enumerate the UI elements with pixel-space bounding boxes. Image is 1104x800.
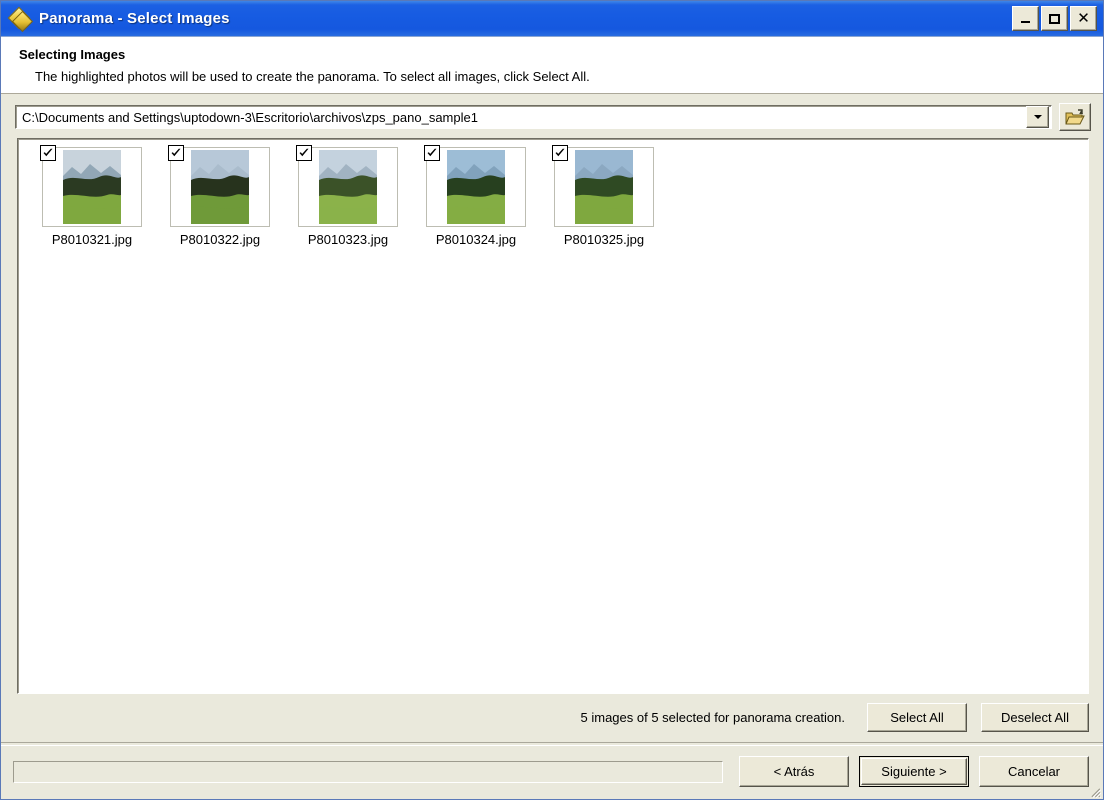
thumbnail-item[interactable]: P8010325.jpg — [540, 145, 668, 247]
close-icon: ✕ — [1077, 9, 1090, 27]
page-description: The highlighted photos will be used to c… — [35, 69, 590, 84]
navigation-buttons: < Atrás Siguiente > Cancelar — [739, 756, 1089, 787]
thumbnail-grid: P8010321.jpg P8010322.jpg P8010323.jpg P801… — [28, 145, 1088, 247]
check-icon — [427, 148, 437, 157]
check-icon — [171, 148, 181, 157]
resize-grip-icon[interactable] — [1087, 784, 1101, 798]
window-controls: ✕ — [1012, 6, 1097, 31]
select-all-button[interactable]: Select All — [867, 703, 967, 732]
thumbnail-label: P8010324.jpg — [435, 232, 517, 247]
thumbnail-frame — [168, 145, 270, 227]
panorama-select-images-window: Panorama - Select Images ✕ Selecting Ima… — [0, 0, 1104, 800]
folder-path-dropdown-button[interactable] — [1026, 106, 1049, 128]
close-button[interactable]: ✕ — [1070, 6, 1097, 31]
title-bar: Panorama - Select Images ✕ — [1, 1, 1103, 37]
check-icon — [555, 148, 565, 157]
back-button[interactable]: < Atrás — [739, 756, 849, 787]
maximize-button[interactable] — [1041, 6, 1068, 31]
cancel-button[interactable]: Cancelar — [979, 756, 1089, 787]
thumbnail-item[interactable]: P8010323.jpg — [284, 145, 412, 247]
thumbnail-frame — [552, 145, 654, 227]
folder-path-row: C:\Documents and Settings\uptodown-3\Esc… — [1, 94, 1103, 138]
selection-status-row: 5 images of 5 selected for panorama crea… — [1, 694, 1103, 740]
next-button-label: Siguiente > — [881, 764, 947, 779]
chevron-down-icon — [1033, 115, 1042, 119]
thumbnail-photo — [191, 150, 249, 224]
check-icon — [299, 148, 309, 157]
thumbnail-frame — [40, 145, 142, 227]
check-icon — [43, 148, 53, 157]
minimize-icon — [1021, 21, 1030, 23]
selection-status-text: 5 images of 5 selected for panorama crea… — [580, 710, 845, 725]
thumbnail-checkbox[interactable] — [40, 145, 56, 161]
thumbnail-photo — [447, 150, 505, 224]
thumbnail-frame — [296, 145, 398, 227]
minimize-button[interactable] — [1012, 6, 1039, 31]
wizard-header: Selecting Images The highlighted photos … — [1, 37, 1103, 94]
progress-bar — [13, 760, 723, 783]
wizard-footer: < Atrás Siguiente > Cancelar — [1, 746, 1103, 799]
deselect-all-button[interactable]: Deselect All — [981, 703, 1089, 732]
diamond-icon — [7, 6, 34, 32]
next-button[interactable]: Siguiente > — [859, 756, 969, 787]
page-title: Selecting Images — [19, 47, 126, 62]
thumbnail-frame — [424, 145, 526, 227]
open-folder-icon — [1065, 108, 1085, 124]
thumbnail-label: P8010325.jpg — [563, 232, 645, 247]
thumbnail-label: P8010322.jpg — [179, 232, 261, 247]
thumbnail-photo — [319, 150, 377, 224]
image-list-panel[interactable]: P8010321.jpg P8010322.jpg P8010323.jpg P801… — [17, 138, 1089, 694]
window-title: Panorama - Select Images — [39, 10, 230, 27]
thumbnail-item[interactable]: P8010324.jpg — [412, 145, 540, 247]
thumbnail-photo — [575, 150, 633, 224]
thumbnail-checkbox[interactable] — [424, 145, 440, 161]
browse-folder-button[interactable] — [1059, 103, 1091, 131]
folder-path-combobox[interactable]: C:\Documents and Settings\uptodown-3\Esc… — [15, 105, 1052, 129]
thumbnail-checkbox[interactable] — [552, 145, 568, 161]
thumbnail-item[interactable]: P8010322.jpg — [156, 145, 284, 247]
thumbnail-photo — [63, 150, 121, 224]
thumbnail-checkbox[interactable] — [168, 145, 184, 161]
maximize-icon — [1049, 13, 1060, 24]
folder-path-value: C:\Documents and Settings\uptodown-3\Esc… — [22, 109, 478, 125]
thumbnail-label: P8010321.jpg — [51, 232, 133, 247]
thumbnail-item[interactable]: P8010321.jpg — [28, 145, 156, 247]
thumbnail-label: P8010323.jpg — [307, 232, 389, 247]
thumbnail-checkbox[interactable] — [296, 145, 312, 161]
